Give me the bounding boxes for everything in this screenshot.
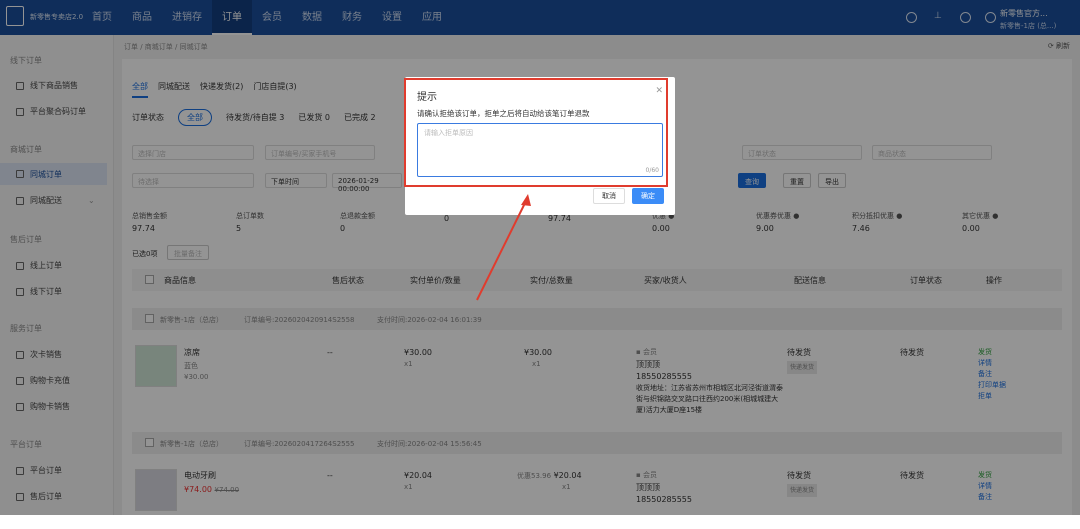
arrow-line (476, 200, 527, 301)
annotation-arrow (476, 194, 531, 301)
arrow-head (521, 194, 531, 206)
